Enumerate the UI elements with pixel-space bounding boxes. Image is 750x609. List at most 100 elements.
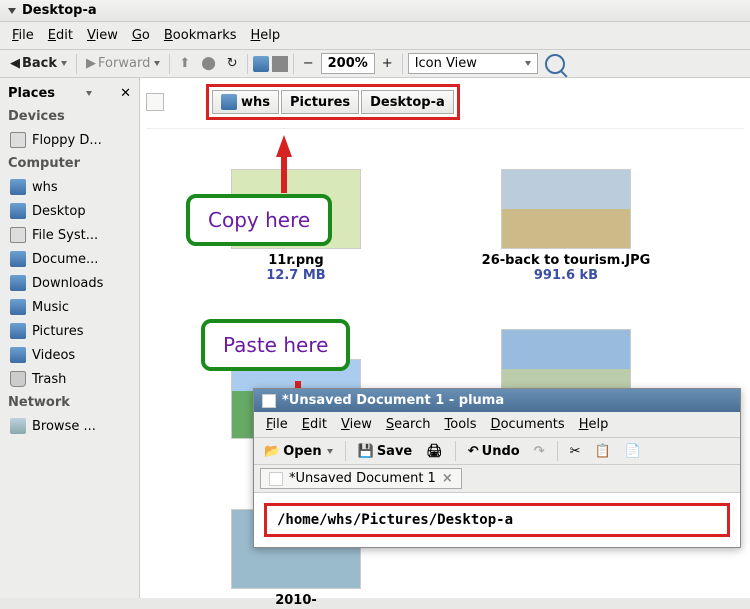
up-button[interactable]: ⬆ — [175, 54, 194, 73]
sidebar-item-pictures[interactable]: Pictures — [0, 319, 139, 343]
home-icon — [10, 179, 26, 195]
pluma-menu-edit[interactable]: Edit — [296, 414, 333, 435]
menu-view[interactable]: View — [81, 25, 124, 46]
folder-icon — [10, 323, 26, 339]
sidebar-item-floppy[interactable]: Floppy D... — [0, 128, 139, 152]
close-tab-icon[interactable]: × — [442, 471, 453, 486]
pluma-menu-help[interactable]: Help — [573, 414, 615, 435]
file-name: 2010- — [196, 593, 396, 608]
sidebar-dropdown-icon[interactable] — [86, 91, 92, 96]
breadcrumb-desktop-a[interactable]: Desktop-a — [361, 90, 454, 114]
pluma-menubar: File Edit View Search Tools Documents He… — [254, 412, 740, 438]
file-name: 26-back to tourism.JPG — [466, 253, 666, 268]
home-icon[interactable] — [253, 56, 269, 72]
sidebar-close-icon[interactable]: ✕ — [120, 86, 131, 101]
view-mode-select[interactable]: Icon View — [408, 53, 538, 74]
zoom-out-button[interactable]: − — [299, 54, 318, 73]
sidebar-group-devices: Devices — [0, 105, 139, 128]
forward-button: ▶ Forward — [82, 54, 164, 73]
sidebar-item-whs[interactable]: whs — [0, 175, 139, 199]
pluma-menu-tools[interactable]: Tools — [439, 414, 483, 435]
breadcrumb-whs[interactable]: whs — [212, 90, 279, 114]
titlebar[interactable]: Desktop-a — [0, 0, 750, 22]
separator — [345, 441, 346, 461]
file-item[interactable]: 26-back to tourism.JPG 991.6 kB — [466, 169, 666, 283]
floppy-icon — [10, 132, 26, 148]
pluma-window[interactable]: *Unsaved Document 1 - pluma File Edit Vi… — [253, 388, 741, 548]
home-icon — [221, 94, 237, 110]
drive-icon — [10, 227, 26, 243]
separator — [402, 54, 403, 74]
sidebar-header: Places ✕ — [0, 82, 139, 105]
pluma-editor[interactable]: /home/whs/Pictures/Desktop-a — [254, 493, 740, 547]
network-icon — [10, 418, 26, 434]
sidebar-item-desktop[interactable]: Desktop — [0, 199, 139, 223]
menu-file[interactable]: File — [6, 25, 40, 46]
pluma-menu-documents[interactable]: Documents — [485, 414, 571, 435]
callout-paste: Paste here — [201, 319, 350, 371]
stop-button: ⬤ — [197, 54, 220, 73]
menu-go[interactable]: Go — [126, 25, 156, 46]
separator — [169, 54, 170, 74]
edit-path-icon[interactable] — [146, 93, 164, 111]
sidebar: Places ✕ Devices Floppy D... Computer wh… — [0, 78, 140, 598]
pluma-title-text: *Unsaved Document 1 - pluma — [282, 393, 504, 408]
path-highlight: /home/whs/Pictures/Desktop-a — [264, 503, 730, 537]
separator — [293, 54, 294, 74]
pluma-menu-file[interactable]: File — [260, 414, 294, 435]
file-size: 12.7 MB — [196, 268, 396, 283]
folder-icon — [10, 251, 26, 267]
reload-button[interactable]: ↻ — [223, 54, 242, 73]
sidebar-item-documents[interactable]: Docume... — [0, 247, 139, 271]
menubar: File Edit View Go Bookmarks Help — [0, 22, 750, 50]
thumbnail — [501, 169, 631, 249]
search-icon[interactable] — [545, 54, 565, 74]
separator — [76, 54, 77, 74]
document-icon — [262, 394, 276, 408]
redo-button[interactable]: ↷ — [530, 442, 549, 461]
back-button[interactable]: ◀ Back — [6, 54, 71, 73]
file-name: 11r.png — [196, 253, 396, 268]
window-title: Desktop-a — [22, 3, 97, 18]
menu-edit[interactable]: Edit — [42, 25, 79, 46]
folder-icon — [10, 347, 26, 363]
pluma-menu-search[interactable]: Search — [380, 414, 437, 435]
trash-icon — [10, 371, 26, 387]
toolbar: ◀ Back ▶ Forward ⬆ ⬤ ↻ − 200% + Icon Vie… — [0, 50, 750, 78]
pluma-titlebar[interactable]: *Unsaved Document 1 - pluma — [254, 389, 740, 412]
separator — [557, 441, 558, 461]
copy-button[interactable]: 📋 — [591, 442, 615, 461]
location-bar: whs Pictures Desktop-a — [146, 84, 744, 129]
sidebar-item-videos[interactable]: Videos — [0, 343, 139, 367]
folder-icon — [10, 275, 26, 291]
sidebar-item-trash[interactable]: Trash — [0, 367, 139, 391]
separator — [247, 54, 248, 74]
menu-help[interactable]: Help — [245, 25, 287, 46]
sidebar-item-music[interactable]: Music — [0, 295, 139, 319]
print-button[interactable]: 🖨 — [422, 442, 447, 461]
save-button[interactable]: 💾 Save — [354, 442, 417, 461]
pluma-menu-view[interactable]: View — [335, 414, 378, 435]
menu-bookmarks[interactable]: Bookmarks — [158, 25, 243, 46]
undo-button[interactable]: ↶ Undo — [464, 442, 524, 461]
pluma-toolbar: 📂 Open 💾 Save 🖨 ↶ Undo ↷ ✂ 📋 📄 — [254, 438, 740, 465]
paste-button[interactable]: 📄 — [621, 442, 645, 461]
cut-button[interactable]: ✂ — [566, 442, 585, 461]
sidebar-item-filesystem[interactable]: File Syst... — [0, 223, 139, 247]
zoom-in-button[interactable]: + — [378, 54, 397, 73]
sidebar-item-browse-network[interactable]: Browse ... — [0, 414, 139, 438]
breadcrumb-pictures[interactable]: Pictures — [281, 90, 359, 114]
pluma-tab[interactable]: *Unsaved Document 1 × — [260, 468, 462, 489]
sidebar-item-downloads[interactable]: Downloads — [0, 271, 139, 295]
open-button[interactable]: 📂 Open — [260, 442, 337, 461]
separator — [455, 441, 456, 461]
folder-icon — [10, 203, 26, 219]
breadcrumb-highlight: whs Pictures Desktop-a — [206, 84, 460, 120]
pluma-tabbar: *Unsaved Document 1 × — [254, 465, 740, 493]
sidebar-group-computer: Computer — [0, 152, 139, 175]
zoom-level[interactable]: 200% — [321, 53, 375, 74]
computer-icon[interactable] — [272, 56, 288, 72]
sidebar-group-network: Network — [0, 391, 139, 414]
window-menu-icon[interactable] — [8, 8, 16, 14]
tab-label: *Unsaved Document 1 — [289, 471, 436, 486]
